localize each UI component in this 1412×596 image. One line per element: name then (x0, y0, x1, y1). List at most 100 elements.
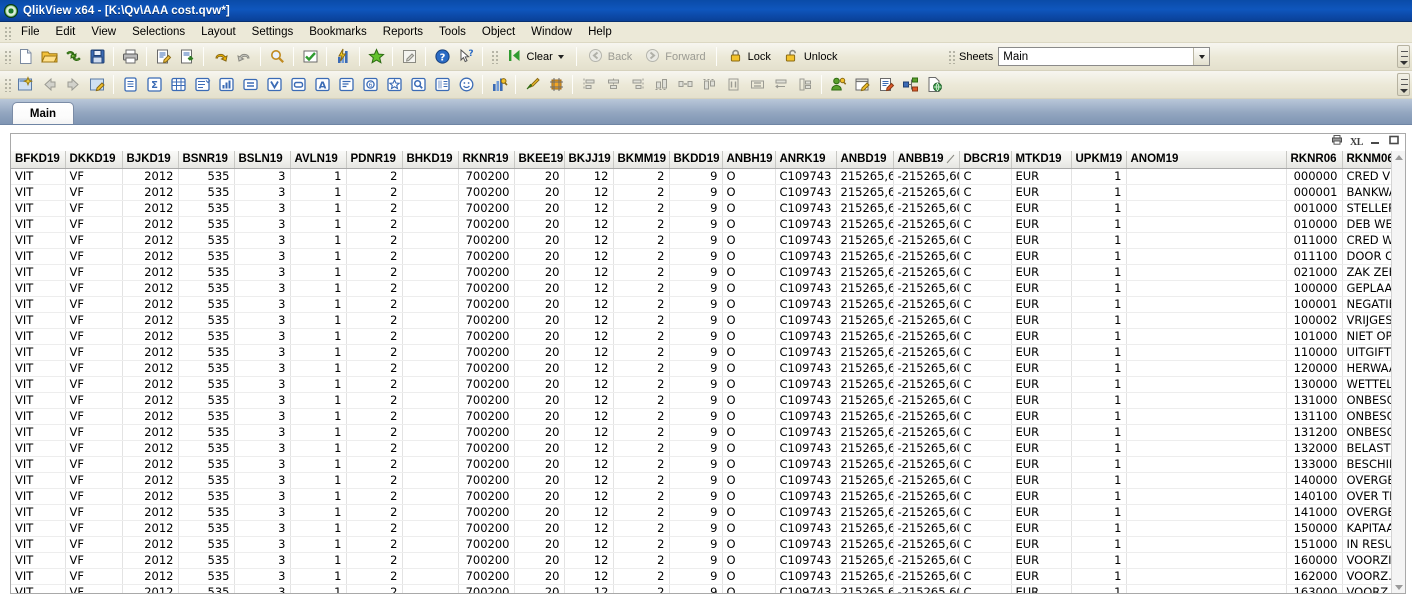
cell-bsln19[interactable]: 3 (234, 216, 291, 233)
cell-mtkd19[interactable]: EUR (1011, 488, 1072, 505)
cell-bhkd19[interactable] (402, 504, 459, 521)
cell-bkee19[interactable]: 20 (514, 472, 565, 489)
column-header-bjkd19[interactable]: BJKD19 (122, 151, 179, 169)
table-row[interactable]: VIT VF 2012 535 3 1 2 700200 20 12 2 9 O C109743 21526… (11, 248, 1391, 265)
cell-anbb19[interactable]: -215265,60 (893, 248, 960, 265)
cell-anbh19[interactable]: O (722, 568, 776, 585)
cell-bkjj19[interactable]: 12 (564, 584, 614, 593)
cell-avln19[interactable]: 1 (290, 184, 347, 201)
cell-anbd19[interactable]: 215265,60 (836, 168, 894, 185)
print-button[interactable] (119, 45, 142, 68)
sheets-toolbar-grip[interactable] (946, 49, 955, 64)
cell-bkjj19[interactable]: 12 (564, 232, 614, 249)
cell-bsln19[interactable]: 3 (234, 568, 291, 585)
cell-dbcr19[interactable]: C (959, 344, 1012, 361)
cell-bkjj19[interactable]: 12 (564, 280, 614, 297)
new-sheet-button[interactable] (14, 73, 37, 96)
column-header-rknr06[interactable]: RKNR06 (1286, 151, 1343, 169)
cell-dbcr19[interactable]: C (959, 232, 1012, 249)
cell-bjkd19[interactable]: 2012 (122, 216, 179, 233)
cell-bsln19[interactable]: 3 (234, 584, 291, 593)
cell-anrk19[interactable]: C109743 (775, 344, 837, 361)
cell-bsln19[interactable]: 3 (234, 360, 291, 377)
cell-bkee19[interactable]: 20 (514, 584, 565, 593)
cell-bhkd19[interactable] (402, 456, 459, 473)
cell-dkkd19[interactable]: VF (65, 376, 123, 393)
cell-rknr19[interactable]: 700200 (458, 552, 515, 569)
table-row[interactable]: VIT VF 2012 535 3 1 2 700200 20 12 2 9 O C109743 21526… (11, 280, 1391, 297)
cell-avln19[interactable]: 1 (290, 216, 347, 233)
cell-avln19[interactable]: 1 (290, 488, 347, 505)
cell-bkmm19[interactable]: 2 (613, 520, 670, 537)
cell-bfkd19[interactable]: VIT (11, 552, 66, 569)
cell-bkjj19[interactable]: 12 (564, 360, 614, 377)
cell-dkkd19[interactable]: VF (65, 200, 123, 217)
clear-format-button[interactable] (521, 73, 544, 96)
cell-anbh19[interactable]: O (722, 328, 776, 345)
cell-rknr06[interactable]: 001000 (1286, 200, 1343, 217)
selection-toolbar-grip[interactable] (490, 49, 498, 64)
cell-bsnr19[interactable]: 535 (178, 536, 235, 553)
cell-pdnr19[interactable]: 2 (346, 488, 403, 505)
column-header-bsln19[interactable]: BSLN19 (234, 151, 291, 169)
cell-anom19[interactable] (1126, 280, 1287, 297)
cell-avln19[interactable]: 1 (290, 376, 347, 393)
cell-upkm19[interactable]: 1 (1071, 440, 1127, 457)
cell-rknm06[interactable]: DEB WEGENS VERPL WISSEL IN OMLOOP (1342, 216, 1391, 233)
cell-bhkd19[interactable] (402, 552, 459, 569)
cell-bkjj19[interactable]: 12 (564, 536, 614, 553)
table-row[interactable]: VIT VF 2012 535 3 1 2 700200 20 12 2 9 O C109743 21526… (11, 504, 1391, 521)
menu-settings[interactable]: Settings (244, 24, 302, 40)
table-row[interactable]: VIT VF 2012 535 3 1 2 700200 20 12 2 9 O C109743 21526… (11, 264, 1391, 281)
cell-upkm19[interactable]: 1 (1071, 392, 1127, 409)
cell-bsnr19[interactable]: 535 (178, 504, 235, 521)
cell-bhkd19[interactable] (402, 328, 459, 345)
cell-bjkd19[interactable]: 2012 (122, 504, 179, 521)
cell-mtkd19[interactable]: EUR (1011, 360, 1072, 377)
cell-anbh19[interactable]: O (722, 184, 776, 201)
cell-anbb19[interactable]: -215265,60 (893, 344, 960, 361)
cell-rknr06[interactable]: 010000 (1286, 216, 1343, 233)
cell-upkm19[interactable]: 1 (1071, 408, 1127, 425)
menubar-grip[interactable] (3, 24, 11, 40)
cell-rknr19[interactable]: 700200 (458, 184, 515, 201)
cell-anbd19[interactable]: 215265,60 (836, 552, 894, 569)
cell-bkmm19[interactable]: 2 (613, 264, 670, 281)
cell-bkee19[interactable]: 20 (514, 264, 565, 281)
cell-anrk19[interactable]: C109743 (775, 280, 837, 297)
sheets-combobox[interactable]: Main (998, 47, 1211, 66)
maximize-object-button[interactable] (1388, 135, 1401, 149)
cell-bkjj19[interactable]: 12 (564, 248, 614, 265)
cell-anom19[interactable] (1126, 264, 1287, 281)
cell-dkkd19[interactable]: VF (65, 504, 123, 521)
cell-bhkd19[interactable] (402, 248, 459, 265)
menu-file[interactable]: File (13, 24, 48, 40)
cell-mtkd19[interactable]: EUR (1011, 504, 1072, 521)
cell-bkmm19[interactable]: 2 (613, 168, 670, 185)
cell-bfkd19[interactable]: VIT (11, 440, 66, 457)
cell-dkkd19[interactable]: VF (65, 264, 123, 281)
cell-rknr19[interactable]: 700200 (458, 584, 515, 593)
cell-dbcr19[interactable]: C (959, 168, 1012, 185)
cell-rknm06[interactable]: WETTELIJKE RESERVE (1342, 376, 1391, 393)
cell-dkkd19[interactable]: VF (65, 232, 123, 249)
cell-upkm19[interactable]: 1 (1071, 312, 1127, 329)
cell-bhkd19[interactable] (402, 184, 459, 201)
cell-avln19[interactable]: 1 (290, 312, 347, 329)
cell-rknm06[interactable]: BESCHIKBARE RESERVE (1342, 456, 1391, 473)
cell-rknm06[interactable]: ONBESCHIKBARE RESERVE (1342, 408, 1391, 425)
cell-bsnr19[interactable]: 535 (178, 264, 235, 281)
cell-anbd19[interactable]: 215265,60 (836, 392, 894, 409)
reload-button[interactable] (62, 45, 85, 68)
cell-rknm06[interactable]: VOORZ. REORGANISATIEKN VIT UKRAINE (1342, 584, 1391, 593)
cell-rknr06[interactable]: 132000 (1286, 440, 1343, 457)
cell-anbd19[interactable]: 215265,60 (836, 504, 894, 521)
export-to-excel-button[interactable]: XL (1350, 136, 1363, 149)
cell-upkm19[interactable]: 1 (1071, 264, 1127, 281)
cell-dbcr19[interactable]: C (959, 456, 1012, 473)
cell-rknr06[interactable]: 131100 (1286, 408, 1343, 425)
cell-dbcr19[interactable]: C (959, 216, 1012, 233)
cell-bsln19[interactable]: 3 (234, 264, 291, 281)
cell-bkmm19[interactable]: 2 (613, 552, 670, 569)
column-header-rknr19[interactable]: RKNR19 (458, 151, 515, 169)
